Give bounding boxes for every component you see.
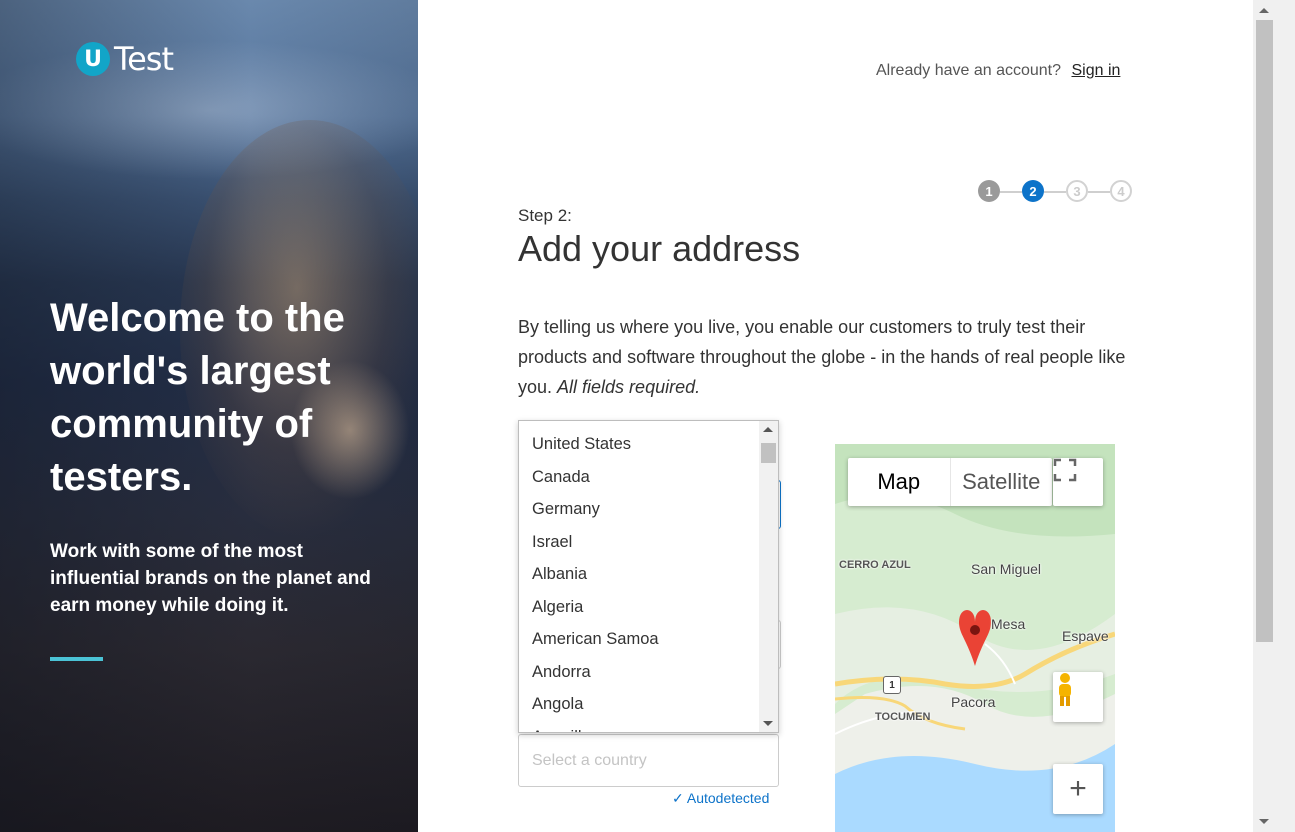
- page-scroll-up-icon[interactable]: [1259, 8, 1269, 13]
- autodetected-note: ✓ Autodetected: [672, 790, 769, 807]
- stepper-connector: [1000, 191, 1022, 193]
- map-tab[interactable]: Map: [848, 458, 951, 506]
- page-scroll-down-icon[interactable]: [1259, 819, 1269, 824]
- page-title: Add your address: [518, 228, 801, 269]
- intro-text: By telling us where you live, you enable…: [518, 312, 1143, 402]
- map-label: Espave: [1062, 628, 1109, 644]
- fullscreen-button[interactable]: [1053, 458, 1103, 506]
- country-option[interactable]: American Samoa: [519, 626, 759, 659]
- step-4: 4: [1110, 180, 1132, 202]
- map-type-toggle: Map Satellite: [848, 458, 1052, 506]
- pegman-icon: [1059, 673, 1071, 706]
- step-1: 1: [978, 180, 1000, 202]
- location-map[interactable]: CERRO AZUL San Miguel Mesa Espave Pacora…: [835, 444, 1115, 832]
- zoom-in-button[interactable]: +: [1053, 764, 1103, 814]
- logo-mark: U: [76, 42, 110, 76]
- autodetected-label: Autodetected: [686, 790, 770, 806]
- map-label: Mesa: [991, 616, 1026, 632]
- step-label: Step 2:: [518, 206, 572, 225]
- country-option[interactable]: Canada: [519, 464, 759, 497]
- street-view-pegman[interactable]: [1053, 672, 1103, 722]
- signin-prompt-text: Already have an account?: [876, 62, 1062, 79]
- map-label: San Miguel: [971, 561, 1042, 577]
- road-number-badge: 1: [883, 676, 901, 694]
- stepper-connector: [1088, 191, 1110, 193]
- hero-title: Welcome to the world's largest community…: [50, 296, 345, 499]
- logo-wordmark: Test: [114, 40, 174, 78]
- hero-panel: U Test Welcome to the world's largest co…: [0, 0, 418, 832]
- page-scrollbar[interactable]: [1253, 0, 1295, 832]
- country-option[interactable]: Albania: [519, 561, 759, 594]
- country-option[interactable]: Algeria: [519, 594, 759, 627]
- fullscreen-icon: [1053, 458, 1077, 482]
- country-input[interactable]: [518, 734, 779, 787]
- check-icon: ✓: [672, 790, 684, 806]
- country-option[interactable]: Israel: [519, 529, 759, 562]
- signin-prompt: Already have an account? Sign in: [876, 62, 1120, 80]
- intro-emphasis: All fields required.: [557, 377, 701, 397]
- step-3: 3: [1066, 180, 1088, 202]
- scroll-down-arrow-icon[interactable]: [763, 721, 773, 726]
- hero-subtitle: Work with some of the most influential b…: [50, 541, 371, 616]
- country-option[interactable]: Andorra: [519, 659, 759, 692]
- country-dropdown[interactable]: United States Canada Germany Israel Alba…: [518, 420, 779, 733]
- country-option[interactable]: Anguilla: [519, 724, 759, 733]
- page-scroll-thumb[interactable]: [1256, 20, 1273, 642]
- map-label: Pacora: [951, 694, 996, 710]
- dropdown-scrollbar[interactable]: [759, 421, 778, 732]
- map-label: CERRO AZUL: [839, 559, 911, 571]
- country-options: United States Canada Germany Israel Alba…: [519, 431, 759, 733]
- dropdown-scroll-thumb[interactable]: [761, 443, 776, 463]
- utest-logo[interactable]: U Test: [76, 40, 174, 78]
- country-option[interactable]: Angola: [519, 691, 759, 724]
- satellite-tab[interactable]: Satellite: [951, 458, 1053, 506]
- hero-divider: [50, 657, 103, 661]
- progress-stepper: 1 2 3 4: [978, 180, 1134, 206]
- stepper-connector: [1044, 191, 1066, 193]
- signin-link[interactable]: Sign in: [1071, 62, 1120, 79]
- step-2: 2: [1022, 180, 1044, 202]
- scroll-up-arrow-icon[interactable]: [763, 427, 773, 432]
- country-option[interactable]: Germany: [519, 496, 759, 529]
- country-option[interactable]: United States: [519, 431, 759, 464]
- map-label: TOCUMEN: [875, 711, 931, 723]
